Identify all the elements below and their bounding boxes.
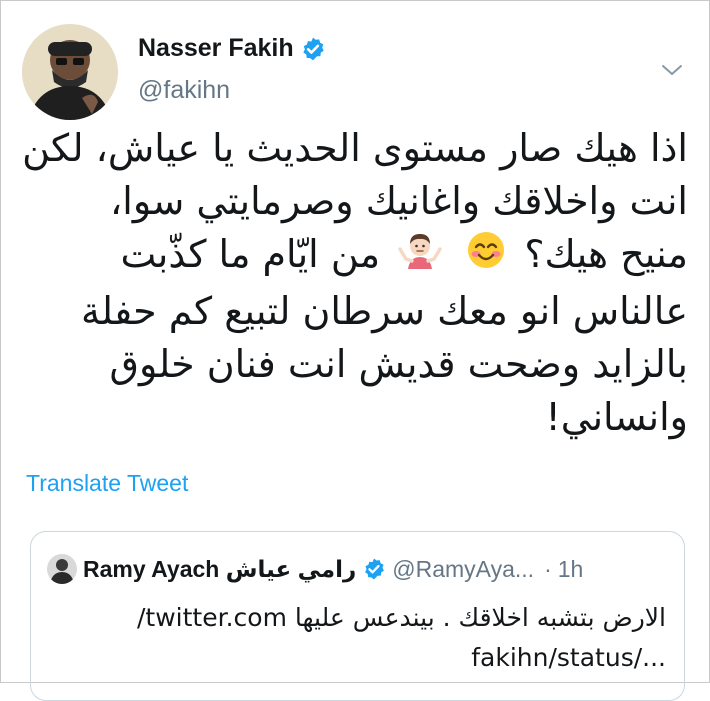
tweet-line: وانساني! xyxy=(545,394,688,439)
translate-tweet-link[interactable]: Translate Tweet xyxy=(26,470,188,497)
chevron-down-icon[interactable] xyxy=(660,60,684,80)
tweet-line: بالزايد وضحت قديش انت فنان خلوق xyxy=(109,341,688,386)
smiling-face-with-smiling-eyes-emoji-icon xyxy=(466,230,506,284)
tweet-segment: منيح هيك؟ xyxy=(524,232,688,276)
author-handle[interactable]: @fakihn xyxy=(138,76,230,105)
tweet-line: انت واخلاقك واغانيك وصرمايتي سوا، xyxy=(110,179,688,223)
tweet-line: عالناس انو معك سرطان لتبيع كم حفلة xyxy=(81,288,688,333)
tweet-line: اذا هيك صار مستوى الحديث يا عياش، لكن xyxy=(22,126,688,170)
quoted-author-name[interactable]: Ramy Ayach رامي عياش xyxy=(83,556,356,583)
tweet-text: اذا هيك صار مستوى الحديث يا عياش، لكن ان… xyxy=(20,122,688,444)
verified-badge-icon xyxy=(300,36,326,62)
quoted-author-avatar[interactable] xyxy=(47,554,77,584)
author-name-row[interactable]: Nasser Fakih xyxy=(138,34,326,63)
quoted-tweet-line: .../fakihn/status xyxy=(471,643,666,672)
quoted-tweet-text: الارض بتشبه اخلاقك . بيندعس عليها twitte… xyxy=(47,598,666,678)
author-display-name[interactable]: Nasser Fakih xyxy=(138,34,294,63)
verified-badge-icon xyxy=(362,557,386,581)
quoted-author-handle[interactable]: @RamyAya... xyxy=(392,556,534,583)
quoted-timestamp[interactable]: 1h xyxy=(558,556,584,583)
dot-separator: · xyxy=(544,555,552,582)
author-avatar[interactable] xyxy=(22,24,118,120)
quoted-tweet-header: Ramy Ayach رامي عياش @RamyAya... · 1h xyxy=(47,554,583,584)
person-shrugging-emoji-icon xyxy=(398,229,442,285)
quoted-tweet-line: الارض بتشبه اخلاقك . بيندعس عليها twitte… xyxy=(136,603,666,632)
tweet-segment: من ايّام ما كذّبت xyxy=(120,232,381,276)
tweet-line-with-emojis: منيح هيك؟ من ايّام ما كذّبت xyxy=(20,228,688,285)
quoted-tweet-card[interactable]: Ramy Ayach رامي عياش @RamyAya... · 1h ال… xyxy=(30,531,685,701)
